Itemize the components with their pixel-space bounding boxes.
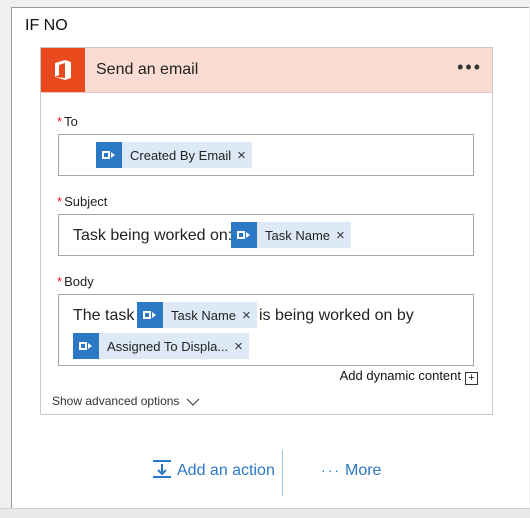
subject-label: * Subject	[57, 194, 107, 209]
add-action-icon	[153, 460, 171, 478]
token-created-by-email[interactable]: Created By Email ×	[96, 142, 252, 168]
token-label: Task Name	[171, 307, 237, 323]
remove-token-icon[interactable]: ×	[234, 338, 249, 355]
more-button[interactable]: ··· More	[321, 462, 381, 480]
sharepoint-token-icon	[96, 142, 122, 168]
add-action-button[interactable]: Add an action	[152, 460, 275, 480]
branch-title: IF NO	[25, 17, 68, 34]
sharepoint-token-icon	[137, 302, 163, 328]
token-task-name[interactable]: Task Name ×	[137, 302, 257, 328]
body-field[interactable]: The task Task Name × is being worked on …	[58, 294, 474, 366]
send-email-card: Send an email ••• * To Created By Email ×…	[40, 47, 493, 415]
subject-field[interactable]: Task being worked on: Task Name ×	[58, 214, 474, 256]
token-label: Created By Email	[130, 147, 232, 163]
token-task-name[interactable]: Task Name ×	[231, 222, 351, 248]
body-label: * Body	[57, 274, 94, 289]
add-dynamic-content-link[interactable]: Add dynamic content +	[340, 368, 478, 385]
add-action-label: Add an action	[177, 462, 275, 479]
sharepoint-token-icon	[231, 222, 257, 248]
actions-divider	[282, 450, 283, 496]
card-title: Send an email	[96, 61, 199, 78]
body-label-text: Body	[64, 274, 94, 289]
token-label: Task Name	[265, 227, 331, 243]
body-text-before: The task	[73, 307, 135, 324]
more-dots-icon: ···	[321, 462, 341, 478]
remove-token-icon[interactable]: ×	[336, 227, 351, 244]
more-label: More	[345, 462, 382, 479]
ellipsis-icon[interactable]: •••	[457, 57, 482, 78]
remove-token-icon[interactable]: ×	[242, 307, 257, 324]
required-mark: *	[57, 274, 63, 289]
required-mark: *	[57, 194, 63, 209]
advanced-label: Show advanced options	[52, 394, 180, 408]
show-advanced-options[interactable]: Show advanced options	[52, 394, 200, 408]
token-label: Assigned To Displa...	[107, 338, 229, 354]
condition-branch-panel: IF NO Send an email ••• * To Created By E…	[11, 7, 529, 509]
subject-text: Task being worked on:	[73, 227, 233, 244]
to-field[interactable]: Created By Email ×	[58, 134, 474, 176]
card-header[interactable]: Send an email •••	[41, 48, 492, 93]
to-label: * To	[57, 114, 78, 129]
plus-box-icon: +	[465, 372, 478, 385]
token-assigned-to[interactable]: Assigned To Displa... ×	[73, 333, 249, 359]
dynamic-content-label: Add dynamic content	[339, 368, 461, 383]
chevron-down-icon	[186, 398, 200, 406]
remove-token-icon[interactable]: ×	[237, 147, 252, 164]
to-label-text: To	[64, 114, 78, 129]
required-mark: *	[57, 114, 63, 129]
subject-label-text: Subject	[64, 194, 108, 209]
body-text-after: is being worked on by	[259, 307, 414, 324]
sharepoint-token-icon	[73, 333, 99, 359]
actions-bar: Add an action ··· More	[12, 448, 529, 498]
office-icon	[41, 48, 85, 92]
